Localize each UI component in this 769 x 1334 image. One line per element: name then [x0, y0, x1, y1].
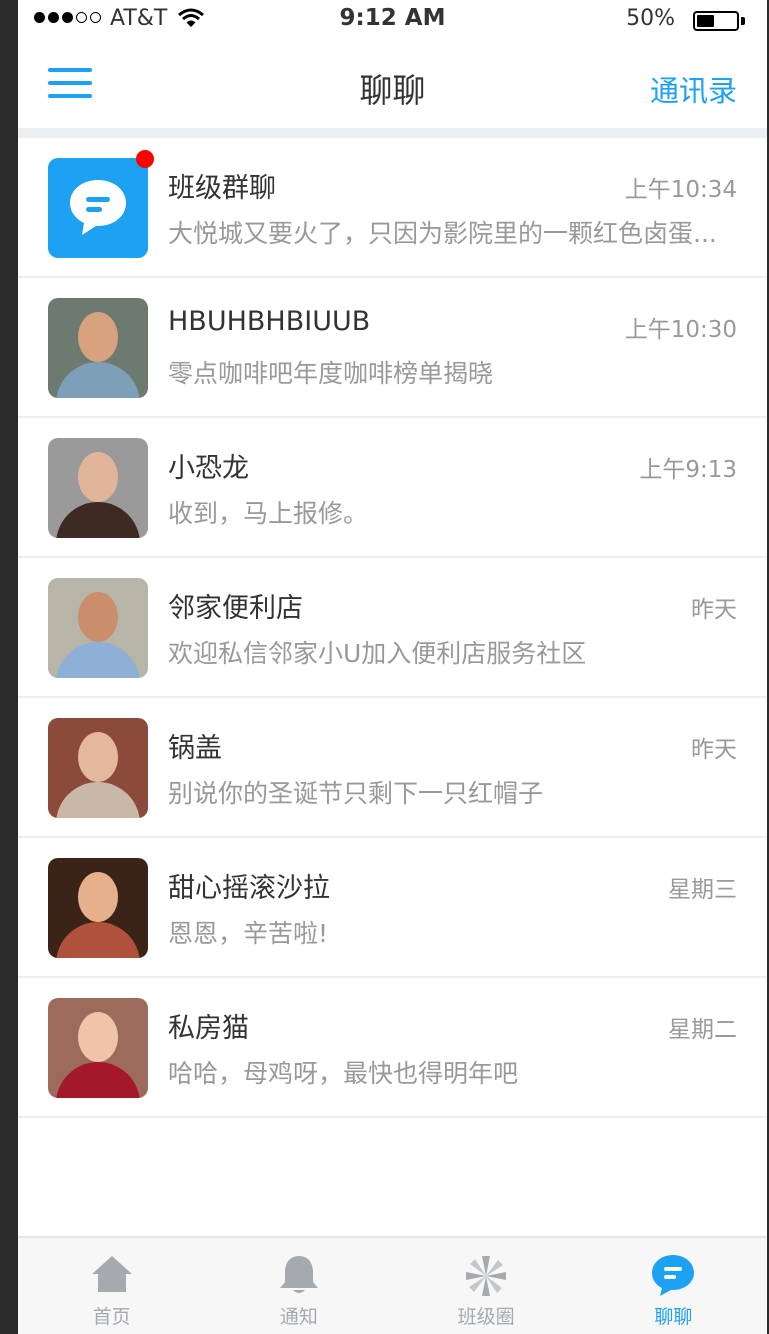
chat-time: 昨天 [691, 597, 737, 623]
chat-preview: 欢迎私信邻家小U加入便利店服务社区 [168, 639, 587, 668]
chat-time: 昨天 [691, 737, 737, 763]
chat-name: 小恐龙 [168, 453, 249, 484]
chat-name: 私房猫 [168, 1013, 249, 1044]
battery-percent: 50% [626, 6, 675, 31]
tab-notifications[interactable]: 通知 [205, 1238, 392, 1334]
chat-row[interactable]: 私房猫 星期二 哈哈，母鸡呀，最快也得明年吧 [18, 978, 767, 1118]
tab-label: 通知 [279, 1306, 318, 1328]
status-bar: AT&T 9:12 AM 50% [18, 0, 767, 40]
chat-time: 星期三 [668, 877, 737, 903]
avatar [48, 298, 148, 398]
tab-label: 聊聊 [654, 1306, 693, 1328]
chat-bubble-icon [70, 180, 126, 235]
tab-label: 首页 [92, 1306, 131, 1328]
tab-home[interactable]: 首页 [18, 1238, 205, 1334]
chat-time: 上午10:30 [624, 317, 737, 343]
battery-icon [693, 11, 739, 31]
chat-row[interactable]: 邻家便利店 昨天 欢迎私信邻家小U加入便利店服务社区 [18, 558, 767, 698]
chat-name: 班级群聊 [168, 173, 276, 204]
chat-name: HBUHBHBIUUB [168, 306, 371, 337]
chat-time: 星期二 [668, 1017, 737, 1043]
tab-label: 班级圈 [457, 1306, 515, 1328]
left-frame-edge [0, 0, 18, 1334]
chat-preview: 恩恩，辛苦啦! [168, 919, 329, 948]
chat-preview: 别说你的圣诞节只剩下一只红帽子 [168, 779, 544, 808]
chat-row[interactable]: HBUHBHBIUUB 上午10:30 零点咖啡吧年度咖啡榜单揭晓 [18, 278, 767, 418]
bell-icon [277, 1254, 321, 1300]
tab-chat[interactable]: 聊聊 [580, 1238, 767, 1334]
tab-bar: 首页 通知 班级圈 聊聊 [18, 1236, 767, 1334]
nav-bar: 聊聊 通讯录 [18, 40, 767, 128]
chat-name: 甜心摇滚沙拉 [168, 873, 330, 904]
nav-divider [18, 128, 767, 138]
avatar [48, 718, 148, 818]
avatar [48, 858, 148, 958]
tab-class-circle[interactable]: 班级圈 [393, 1238, 580, 1334]
chat-name: 锅盖 [168, 733, 222, 764]
home-icon [90, 1254, 134, 1298]
chat-time: 上午9:13 [639, 457, 737, 483]
chat-row[interactable]: 锅盖 昨天 别说你的圣诞节只剩下一只红帽子 [18, 698, 767, 838]
chat-preview: 零点咖啡吧年度咖啡榜单揭晓 [168, 359, 494, 388]
contacts-button[interactable]: 通讯录 [650, 68, 737, 110]
group-chat-avatar [48, 158, 148, 258]
chat-name: 邻家便利店 [168, 593, 303, 624]
unread-badge [136, 150, 154, 168]
chat-row[interactable]: 甜心摇滚沙拉 星期三 恩恩，辛苦啦! [18, 838, 767, 978]
avatar [48, 578, 148, 678]
chat-bubble-icon [650, 1254, 696, 1300]
chat-list: 班级群聊 上午10:34 大悦城又要火了，只因为影院里的一颗红色卤蛋... HB… [18, 138, 767, 1118]
pinwheel-icon [463, 1254, 509, 1302]
chat-preview: 大悦城又要火了，只因为影院里的一颗红色卤蛋... [168, 219, 717, 248]
chat-row[interactable]: 小恐龙 上午9:13 收到，马上报修。 [18, 418, 767, 558]
chat-preview: 收到，马上报修。 [168, 499, 369, 528]
chat-preview: 哈哈，母鸡呀，最快也得明年吧 [168, 1059, 519, 1088]
avatar [48, 438, 148, 538]
chat-row-group[interactable]: 班级群聊 上午10:34 大悦城又要火了，只因为影院里的一颗红色卤蛋... [18, 138, 767, 278]
chat-time: 上午10:34 [624, 177, 737, 203]
battery-nub [741, 17, 745, 25]
avatar [48, 998, 148, 1098]
